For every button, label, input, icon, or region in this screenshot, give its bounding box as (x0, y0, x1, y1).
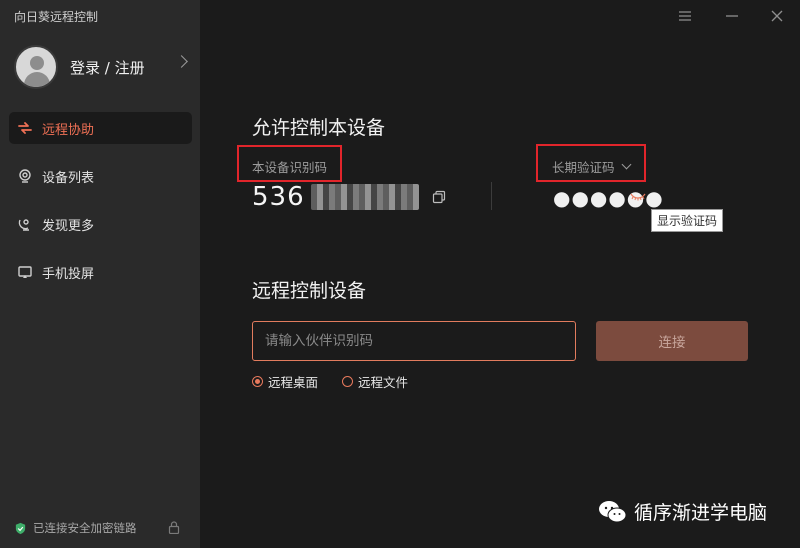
sidebar-item-label: 手机投屏 (42, 266, 95, 282)
screen-cast-icon (16, 263, 34, 281)
radio-unchecked-icon (342, 376, 353, 387)
lock-icon[interactable] (168, 521, 180, 534)
partner-id-input[interactable] (252, 321, 576, 361)
divider (491, 182, 492, 210)
remote-control-title: 远程控制设备 (252, 280, 367, 302)
watermark: 循序渐进学电脑 (598, 498, 767, 525)
sidebar-item-label: 发现更多 (42, 218, 95, 234)
allow-control-title: 允许控制本设备 (252, 117, 386, 139)
watermark-text: 循序渐进学电脑 (634, 502, 768, 524)
device-id-visible: 536 (252, 182, 305, 212)
wechat-logo-icon (599, 500, 627, 522)
radio-remote-file[interactable]: 远程文件 (342, 372, 408, 391)
sidebar-item-label: 设备列表 (42, 170, 95, 186)
device-list-icon (16, 167, 34, 185)
device-id-label: 本设备识别码 (252, 160, 328, 175)
show-password-tooltip: 显示验证码 (651, 209, 724, 232)
secure-status-text: 已连接安全加密链路 (33, 521, 137, 535)
copy-icon[interactable] (432, 190, 446, 204)
sidebar-item-label: 远程协助 (42, 122, 95, 138)
sidebar-item-discover[interactable]: 发现更多 (9, 208, 192, 240)
radio-remote-desktop[interactable]: 远程桌面 (252, 372, 318, 391)
shield-check-icon (15, 522, 26, 534)
sidebar-item-device-list[interactable]: 设备列表 (9, 160, 192, 192)
sidebar-item-remote-assist[interactable]: 远程协助 (9, 112, 192, 144)
device-id: 536 (252, 182, 419, 212)
radio-label: 远程桌面 (268, 375, 319, 390)
radio-label: 远程文件 (358, 375, 409, 390)
password-type-dropdown[interactable]: 长期验证码 (552, 157, 631, 176)
login-register-label: 登录 / 注册 (70, 58, 145, 77)
remote-assist-icon (16, 119, 34, 137)
discover-icon (16, 215, 34, 233)
password-masked: ●●●●●● (553, 186, 664, 210)
radio-checked-icon (252, 376, 263, 387)
secure-status: 已连接安全加密链路 (14, 520, 137, 536)
chevron-right-icon (175, 55, 188, 68)
password-type-label: 长期验证码 (552, 160, 615, 175)
chevron-down-icon (621, 159, 631, 170)
main-panel: 允许控制本设备 本设备识别码 536 长期验证码 ●●●●●● 显示验证码 远程… (200, 0, 800, 548)
connect-button[interactable]: 连接 (596, 321, 748, 361)
login-register-button[interactable]: 登录 / 注册 (14, 44, 192, 90)
avatar (14, 45, 58, 89)
sidebar: 向日葵远程控制 登录 / 注册 远程协助 设备列表 发现更多 手机投屏 已连接安… (0, 0, 200, 548)
app-title: 向日葵远程控制 (14, 10, 99, 24)
sidebar-nav: 远程协助 设备列表 发现更多 手机投屏 (9, 112, 192, 304)
device-id-obscured (310, 184, 419, 210)
eye-closed-icon[interactable] (630, 192, 646, 202)
sidebar-item-screen-cast[interactable]: 手机投屏 (9, 256, 192, 288)
